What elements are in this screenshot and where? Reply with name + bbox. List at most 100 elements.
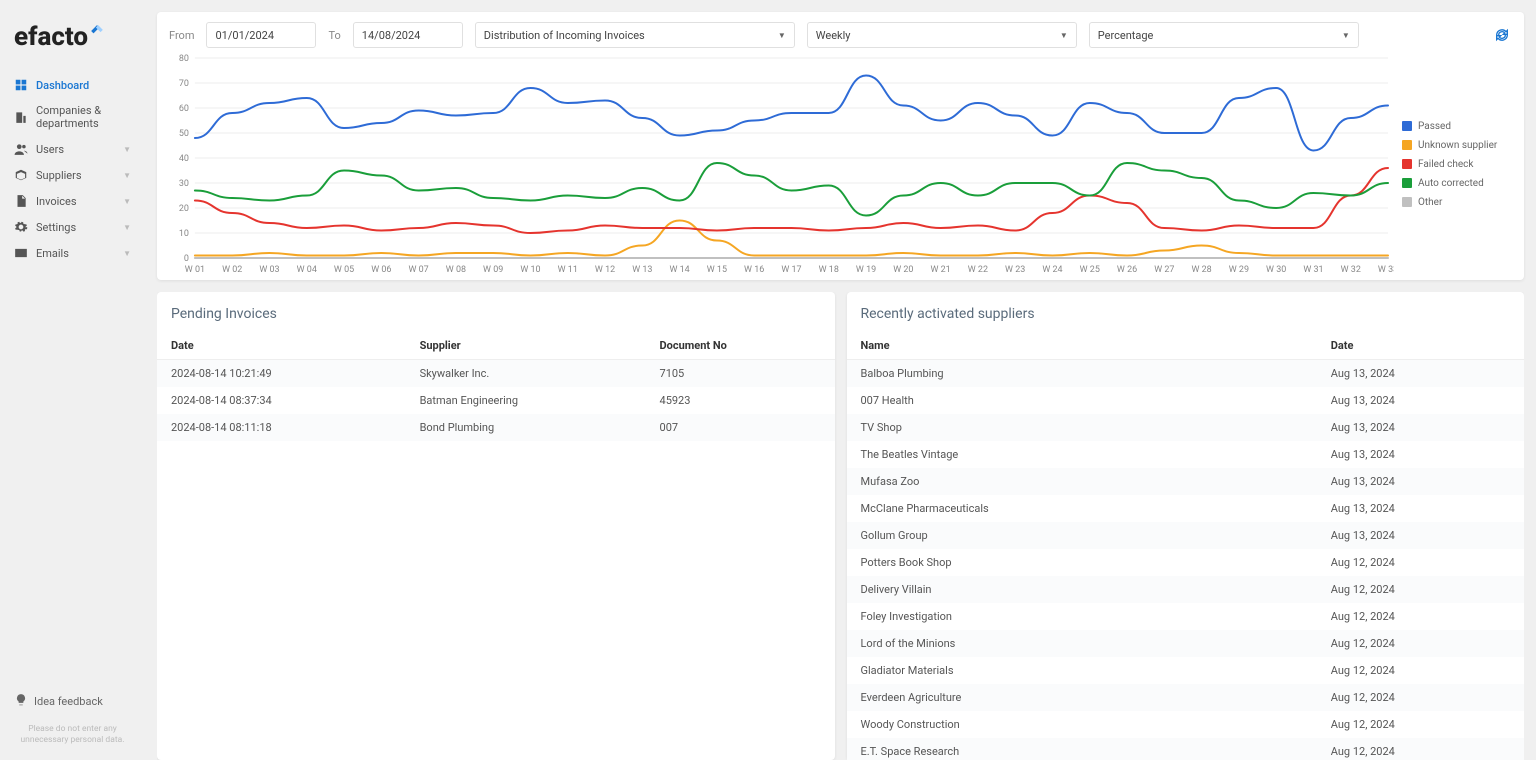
table-row[interactable]: TV ShopAug 13, 2024 — [847, 414, 1525, 441]
caret-down-icon: ▼ — [1060, 31, 1068, 40]
table-row[interactable]: Delivery VillainAug 12, 2024 — [847, 576, 1525, 603]
table-row[interactable]: Mufasa ZooAug 13, 2024 — [847, 468, 1525, 495]
sidebar-item-label: Companies & departments — [36, 104, 131, 130]
legend-unknown[interactable]: Unknown supplier — [1402, 140, 1512, 151]
svg-text:W 25: W 25 — [1080, 265, 1100, 274]
svg-text:W 26: W 26 — [1117, 265, 1137, 274]
table-row[interactable]: Gladiator MaterialsAug 12, 2024 — [847, 657, 1525, 684]
refresh-icon — [1494, 27, 1510, 43]
metric-select[interactable]: Distribution of Incoming Invoices▼ — [475, 22, 795, 48]
sidebar-item-label: Invoices — [36, 195, 77, 208]
col-date[interactable]: Date — [1321, 332, 1524, 360]
svg-text:W 20: W 20 — [893, 265, 913, 274]
recent-title: Recently activated suppliers — [847, 306, 1525, 332]
svg-text:W 13: W 13 — [632, 265, 652, 274]
svg-text:W 11: W 11 — [558, 265, 578, 274]
table-row[interactable]: 007 HealthAug 13, 2024 — [847, 387, 1525, 414]
svg-text:40: 40 — [179, 154, 189, 164]
table-row[interactable]: Foley InvestigationAug 12, 2024 — [847, 603, 1525, 630]
svg-text:W 31: W 31 — [1303, 265, 1323, 274]
legend-auto[interactable]: Auto corrected — [1402, 178, 1512, 189]
table-row[interactable]: 2024-08-14 08:11:18Bond Plumbing007 — [157, 414, 835, 441]
brand-mark-icon — [90, 24, 104, 38]
svg-text:30: 30 — [179, 179, 189, 189]
chevron-down-icon: ▼ — [123, 249, 131, 258]
gear-icon — [14, 220, 28, 234]
from-label: From — [169, 29, 194, 42]
svg-text:W 04: W 04 — [297, 265, 317, 274]
svg-text:W 24: W 24 — [1042, 265, 1062, 274]
unit-select[interactable]: Percentage▼ — [1089, 22, 1359, 48]
sidebar-item-users[interactable]: Users ▼ — [10, 136, 135, 162]
dashboard-icon — [14, 78, 28, 92]
building-icon — [14, 110, 28, 124]
sidebar-item-emails[interactable]: Emails ▼ — [10, 240, 135, 266]
sidebar-item-label: Users — [36, 143, 64, 156]
legend-other[interactable]: Other — [1402, 197, 1512, 208]
caret-down-icon: ▼ — [778, 31, 786, 40]
svg-text:W 07: W 07 — [408, 265, 428, 274]
table-row[interactable]: Lord of the MinionsAug 12, 2024 — [847, 630, 1525, 657]
svg-text:W 27: W 27 — [1154, 265, 1174, 274]
svg-text:0: 0 — [184, 254, 189, 264]
chart-panel: From 01/01/2024 To 14/08/2024 Distributi… — [157, 12, 1524, 280]
chevron-down-icon: ▼ — [123, 145, 131, 154]
table-row[interactable]: 2024-08-14 10:21:49Skywalker Inc.7105 — [157, 360, 835, 388]
svg-text:80: 80 — [179, 54, 189, 64]
table-row[interactable]: 2024-08-14 08:37:34Batman Engineering459… — [157, 387, 835, 414]
file-icon — [14, 194, 28, 208]
svg-text:W 21: W 21 — [930, 265, 950, 274]
sidebar-item-companies[interactable]: Companies & departments — [10, 98, 135, 136]
svg-text:W 14: W 14 — [669, 265, 689, 274]
lightbulb-icon — [14, 693, 28, 710]
svg-text:W 05: W 05 — [334, 265, 354, 274]
refresh-button[interactable] — [1492, 25, 1512, 45]
svg-text:W 08: W 08 — [446, 265, 466, 274]
svg-text:W 28: W 28 — [1191, 265, 1211, 274]
svg-text:W 32: W 32 — [1341, 265, 1361, 274]
svg-text:W 16: W 16 — [744, 265, 764, 274]
table-row[interactable]: Balboa PlumbingAug 13, 2024 — [847, 360, 1525, 387]
svg-text:W 12: W 12 — [595, 265, 615, 274]
legend-failed[interactable]: Failed check — [1402, 159, 1512, 170]
idea-feedback-link[interactable]: Idea feedback — [10, 687, 135, 716]
table-row[interactable]: McClane PharmaceuticalsAug 13, 2024 — [847, 495, 1525, 522]
from-date-input[interactable]: 01/01/2024 — [206, 22, 316, 48]
sidebar-item-settings[interactable]: Settings ▼ — [10, 214, 135, 240]
svg-text:70: 70 — [179, 79, 189, 89]
chevron-down-icon: ▼ — [123, 197, 131, 206]
svg-text:W 18: W 18 — [819, 265, 839, 274]
to-label: To — [328, 29, 340, 42]
table-row[interactable]: Everdeen AgricultureAug 12, 2024 — [847, 684, 1525, 711]
col-date[interactable]: Date — [157, 332, 410, 360]
table-row[interactable]: The Beatles VintageAug 13, 2024 — [847, 441, 1525, 468]
sidebar-item-invoices[interactable]: Invoices ▼ — [10, 188, 135, 214]
svg-text:W 02: W 02 — [222, 265, 242, 274]
to-date-input[interactable]: 14/08/2024 — [353, 22, 463, 48]
svg-text:60: 60 — [179, 104, 189, 114]
svg-text:W 03: W 03 — [259, 265, 279, 274]
table-row[interactable]: Woody ConstructionAug 12, 2024 — [847, 711, 1525, 738]
sidebar-item-label: Emails — [36, 247, 69, 260]
caret-down-icon: ▼ — [1342, 31, 1350, 40]
sidebar-item-label: Settings — [36, 221, 76, 234]
interval-select[interactable]: Weekly▼ — [807, 22, 1077, 48]
col-doc[interactable]: Document No — [650, 332, 835, 360]
table-row[interactable]: E.T. Space ResearchAug 12, 2024 — [847, 738, 1525, 760]
recent-suppliers-table: Name Date — [847, 332, 1525, 360]
legend-passed[interactable]: Passed — [1402, 121, 1512, 132]
table-row[interactable]: Gollum GroupAug 13, 2024 — [847, 522, 1525, 549]
sidebar-item-suppliers[interactable]: Suppliers ▼ — [10, 162, 135, 188]
sidebar-item-label: Suppliers — [36, 169, 82, 182]
svg-text:W 09: W 09 — [483, 265, 503, 274]
filter-bar: From 01/01/2024 To 14/08/2024 Distributi… — [169, 22, 1512, 48]
col-supplier[interactable]: Supplier — [410, 332, 650, 360]
svg-text:W 33: W 33 — [1378, 265, 1394, 274]
col-name[interactable]: Name — [847, 332, 1321, 360]
chevron-down-icon: ▼ — [123, 223, 131, 232]
users-icon — [14, 142, 28, 156]
svg-text:W 29: W 29 — [1229, 265, 1249, 274]
sidebar-item-dashboard[interactable]: Dashboard — [10, 72, 135, 98]
svg-text:W 30: W 30 — [1266, 265, 1286, 274]
table-row[interactable]: Potters Book ShopAug 12, 2024 — [847, 549, 1525, 576]
